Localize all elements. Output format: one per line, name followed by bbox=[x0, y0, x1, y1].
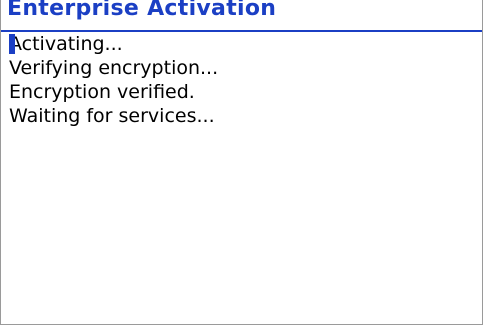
status-line-text: Waiting for services... bbox=[9, 105, 215, 127]
status-line-verified: Encryption verified. bbox=[1, 80, 482, 104]
text-cursor bbox=[9, 34, 15, 54]
status-line-text: Encryption verified. bbox=[9, 81, 195, 103]
status-line-text: Activating... bbox=[9, 33, 123, 55]
status-line-waiting: Waiting for services... bbox=[1, 104, 482, 128]
activation-screen: Enterprise Activation Activating... Veri… bbox=[0, 0, 483, 325]
status-line-activating: Activating... bbox=[1, 32, 482, 56]
title-bar: Enterprise Activation bbox=[1, 0, 482, 32]
status-line-text: Verifying encryption... bbox=[9, 57, 219, 79]
screen-title: Enterprise Activation bbox=[7, 0, 277, 21]
status-line-verifying: Verifying encryption... bbox=[1, 56, 482, 80]
status-log: Activating... Verifying encryption... En… bbox=[1, 32, 482, 128]
